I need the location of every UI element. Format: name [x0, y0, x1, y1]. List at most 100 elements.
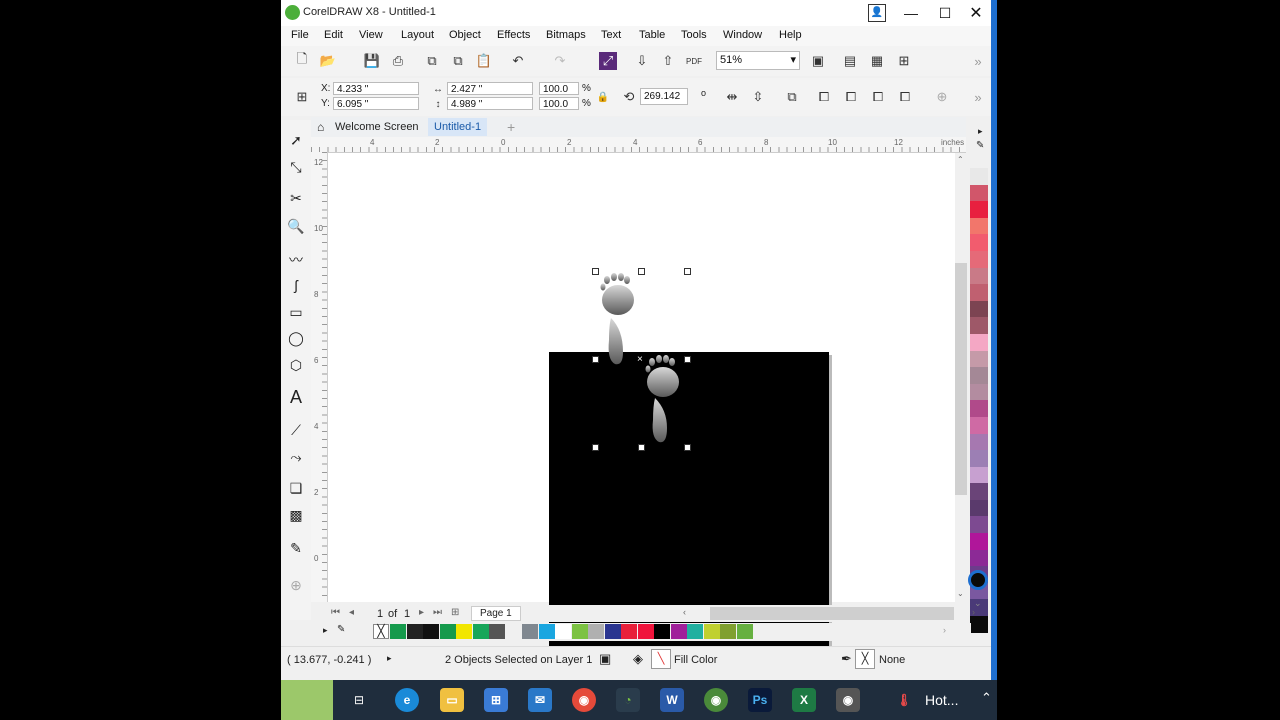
more-chevron-icon[interactable]: »: [969, 88, 987, 106]
trim-icon[interactable]: ⧠: [842, 88, 860, 106]
simplify-icon[interactable]: ⧠: [896, 88, 914, 106]
document-palette-swatch[interactable]: [654, 624, 670, 639]
outline-none-swatch[interactable]: ╳: [855, 649, 875, 669]
palette-swatch[interactable]: [970, 616, 988, 633]
mirror-horizontal-icon[interactable]: ⇹: [723, 88, 741, 106]
document-palette-swatch[interactable]: [720, 624, 736, 639]
selection-handle[interactable]: [684, 444, 691, 451]
color-palette[interactable]: [970, 168, 988, 633]
scale-height-field[interactable]: 100.0: [539, 97, 579, 110]
weld-icon[interactable]: ⧠: [815, 88, 833, 106]
crop-tool-icon[interactable]: ✂: [286, 188, 306, 208]
print-icon[interactable]: ⎙: [389, 52, 407, 70]
tab-untitled-1[interactable]: Untitled-1: [428, 118, 488, 136]
palette-swatch[interactable]: [970, 267, 988, 285]
object-origin-icon[interactable]: ⊞: [293, 88, 311, 106]
palette-swatch[interactable]: [970, 250, 988, 268]
open-icon[interactable]: 📂: [319, 52, 337, 70]
menu-layout[interactable]: Layout: [401, 29, 434, 41]
copy-icon[interactable]: ⧉: [449, 52, 467, 70]
selection-handle[interactable]: [684, 356, 691, 363]
menu-table[interactable]: Table: [639, 29, 665, 41]
zoom-level-select[interactable]: 51% ▾: [716, 51, 800, 70]
x-position-field[interactable]: 4.233 ": [333, 82, 419, 95]
palette-swatch[interactable]: [970, 483, 988, 500]
shape-tool-icon[interactable]: ⤡: [286, 157, 306, 177]
color-proof-icon[interactable]: ▣: [599, 651, 611, 667]
palette-swatch[interactable]: [970, 333, 988, 351]
palette-swatch[interactable]: [970, 549, 988, 567]
scroll-left-icon[interactable]: ‹: [683, 607, 686, 617]
account-icon[interactable]: 👤: [868, 4, 886, 22]
document-palette-swatch[interactable]: [439, 624, 456, 639]
add-tool-icon[interactable]: ⊕: [286, 575, 306, 595]
selection-handle[interactable]: [592, 268, 599, 275]
palette-swatch[interactable]: [970, 450, 988, 467]
previous-page-icon[interactable]: ◂: [349, 607, 354, 618]
document-palette-swatch[interactable]: [522, 624, 538, 639]
palette-swatch[interactable]: [970, 350, 988, 368]
transparency-icon[interactable]: ▩: [286, 505, 306, 525]
publish-pdf-icon[interactable]: PDF: [685, 52, 703, 70]
task-view-icon[interactable]: ⊟: [347, 688, 371, 712]
zoom-tool-icon[interactable]: 🔍: [286, 216, 306, 236]
menu-effects[interactable]: Effects: [497, 29, 530, 41]
menu-object[interactable]: Object: [449, 29, 481, 41]
artistic-media-icon[interactable]: ʃ: [286, 275, 306, 295]
minimize-button[interactable]: —: [895, 0, 927, 26]
palette-swatch[interactable]: [970, 284, 988, 301]
save-icon[interactable]: 💾: [363, 52, 381, 70]
menu-file[interactable]: File: [291, 29, 309, 41]
camera-recorder-icon[interactable]: ◉: [836, 688, 860, 712]
palette-swatch[interactable]: [970, 367, 988, 384]
lock-ratio-icon[interactable]: 🔒: [594, 88, 612, 106]
full-screen-icon[interactable]: ▣: [809, 52, 827, 70]
scroll-right-icon[interactable]: ›: [972, 607, 975, 617]
palette-scroll-down-icon[interactable]: ⌄: [974, 598, 982, 609]
palette-swatch[interactable]: [970, 217, 988, 235]
pick-tool-icon[interactable]: ➚: [286, 130, 306, 150]
palette-swatch[interactable]: [970, 383, 988, 401]
menu-bitmaps[interactable]: Bitmaps: [546, 29, 586, 41]
palette-swatch[interactable]: [970, 234, 988, 251]
document-palette-swatch[interactable]: [456, 624, 472, 639]
cut-icon[interactable]: ⧉: [423, 52, 441, 70]
mail-icon[interactable]: ✉: [528, 688, 552, 712]
edge-icon[interactable]: e: [395, 688, 419, 712]
y-position-field[interactable]: 6.095 ": [333, 97, 419, 110]
search-content-icon[interactable]: ⤢: [599, 52, 617, 70]
no-color-swatch[interactable]: ╳: [373, 624, 389, 639]
selection-handle[interactable]: [638, 444, 645, 451]
document-palette-swatch[interactable]: [637, 624, 654, 639]
new-document-icon[interactable]: 🗋: [293, 51, 311, 70]
close-button[interactable]: ✕: [960, 0, 991, 26]
ellipse-tool-icon[interactable]: ◯: [286, 328, 306, 348]
parallel-dimension-icon[interactable]: ⟋: [286, 420, 306, 440]
selection-handle[interactable]: [684, 268, 691, 275]
document-palette-swatch[interactable]: [505, 624, 522, 639]
eyedropper-icon[interactable]: ✎: [286, 538, 306, 558]
palette-swatch[interactable]: [970, 416, 988, 434]
document-palette-swatch[interactable]: [472, 624, 489, 639]
palette-scroll-right-icon[interactable]: ›: [943, 625, 946, 635]
document-palette-swatch[interactable]: [621, 624, 637, 639]
scale-width-field[interactable]: 100.0: [539, 82, 579, 95]
thermometer-icon[interactable]: 🌡: [892, 688, 916, 712]
paste-icon[interactable]: 📋: [475, 52, 493, 70]
menu-edit[interactable]: Edit: [324, 29, 343, 41]
drop-shadow-icon[interactable]: ❏: [286, 478, 306, 498]
selection-handle[interactable]: [592, 356, 599, 363]
document-palette-swatch[interactable]: [703, 624, 720, 639]
menu-text[interactable]: Text: [601, 29, 621, 41]
mirror-vertical-icon[interactable]: ⇳: [749, 88, 767, 106]
export-icon[interactable]: ⇧: [659, 52, 677, 70]
undo-icon[interactable]: ↶: [509, 52, 527, 70]
tab-welcome-screen[interactable]: Welcome Screen: [329, 118, 425, 136]
add-tab-button[interactable]: +: [501, 118, 521, 136]
palette-swatch[interactable]: [970, 184, 988, 202]
palette-menu-icon[interactable]: ▸: [323, 625, 328, 636]
document-palette-swatch[interactable]: [555, 624, 571, 639]
scroll-down-icon[interactable]: ⌄: [957, 589, 964, 598]
excel-icon[interactable]: X: [792, 688, 816, 712]
selection-handle[interactable]: [638, 268, 645, 275]
